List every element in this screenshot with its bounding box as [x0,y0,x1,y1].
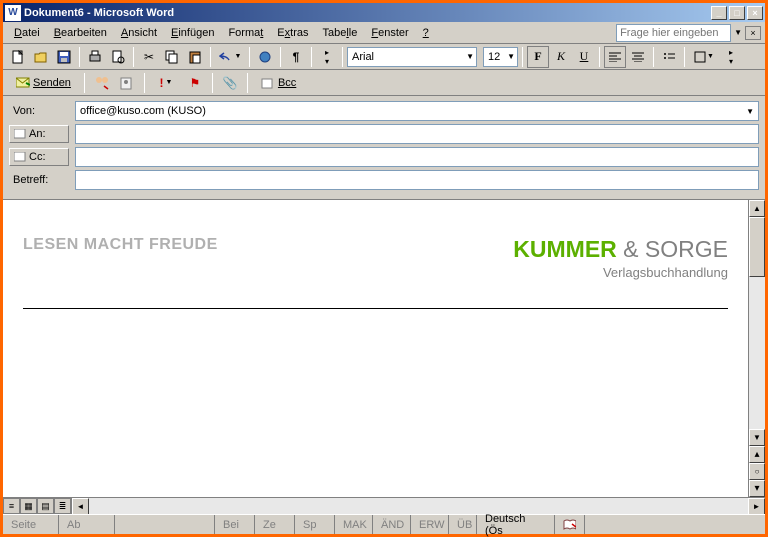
scroll-right-icon[interactable]: ► [748,498,765,515]
undo-icon[interactable]: ▼ [215,46,245,68]
print-preview-icon[interactable] [107,46,129,68]
border-icon[interactable]: ▼ [689,46,719,68]
attach-icon[interactable]: 📎 [219,72,241,94]
browse-prev-icon[interactable]: ▴ [749,446,765,463]
status-sp: Sp [295,515,335,534]
divider-line [23,308,728,309]
menu-extras[interactable]: Extras [270,25,315,41]
from-label: Von: [9,103,69,119]
status-ub: ÜB [449,515,477,534]
status-spacer1 [115,515,215,534]
menu-format[interactable]: Format [221,25,270,41]
minimize-button[interactable]: _ [711,6,727,20]
save-icon[interactable] [53,46,75,68]
email-toolbar: Senden !▼ ⚑ 📎 Bcc [3,70,765,96]
hyperlink-icon[interactable] [254,46,276,68]
bcc-button[interactable]: Bcc [254,74,303,92]
browse-object-icon[interactable]: ○ [749,463,765,480]
accounts-icon[interactable] [91,72,113,94]
paste-icon[interactable] [184,46,206,68]
format-options-icon[interactable]: ▸▾ [720,46,742,68]
help-dropdown-icon[interactable]: ▼ [734,28,742,37]
bottom-bar: ≡ ▦ ▤ ≣ ◄ ► [3,497,765,514]
status-bei: Bei [215,515,255,534]
from-combo[interactable]: office@kuso.com (KUSO)▼ [75,101,759,121]
slogan-text: LESEN MACHT FREUDE [23,236,218,254]
status-mak: MAK [335,515,373,534]
cc-button[interactable]: Cc: [9,148,69,166]
subject-input[interactable] [75,170,759,190]
status-seite: Seite [3,515,59,534]
help-search-input[interactable] [616,24,731,42]
status-and: ÄND [373,515,411,534]
view-web-icon[interactable]: ▦ [20,498,37,514]
status-ab: Ab [59,515,115,534]
italic-button[interactable]: K [550,46,572,68]
standard-toolbar: ✂ ▼ ¶ ▸▾ Arial▼ 12▼ F K U ▼ ▸▾ [3,44,765,70]
align-center-icon[interactable] [627,46,649,68]
address-book-icon[interactable] [116,72,138,94]
open-icon[interactable] [30,46,52,68]
priority-icon[interactable]: !▼ [151,72,181,94]
menu-fenster[interactable]: Fenster [364,25,415,41]
send-button[interactable]: Senden [9,74,78,92]
status-erw: ERW [411,515,449,534]
window-title: Dokument6 - Microsoft Word [24,7,711,19]
status-ze: Ze [255,515,295,534]
status-book-icon[interactable] [555,515,585,534]
browse-next-icon[interactable]: ▾ [749,480,765,497]
scroll-thumb[interactable] [749,217,765,277]
bold-button[interactable]: F [527,46,549,68]
doc-close-button[interactable]: × [745,26,761,40]
status-lang: Deutsch (Ös [477,515,555,534]
align-left-icon[interactable] [604,46,626,68]
print-icon[interactable] [84,46,106,68]
view-outline-icon[interactable]: ≣ [54,498,71,514]
titlebar: W Dokument6 - Microsoft Word _ □ × [3,3,765,22]
font-name-combo[interactable]: Arial▼ [347,47,477,67]
view-normal-icon[interactable]: ≡ [3,498,20,514]
subject-label: Betreff: [9,172,69,188]
menu-tabelle[interactable]: Tabelle [315,25,364,41]
company-subtitle: Verlagsbuchhandlung [513,265,728,280]
document-content[interactable]: LESEN MACHT FREUDE KUMMER & SORGE Verlag… [3,200,748,497]
to-button[interactable]: An: [9,125,69,143]
menu-ansicht[interactable]: Ansicht [114,25,164,41]
bcc-icon [261,77,275,89]
copy-icon[interactable] [161,46,183,68]
show-marks-icon[interactable]: ¶ [285,46,307,68]
flag-icon[interactable]: ⚑ [184,72,206,94]
view-print-icon[interactable]: ▤ [37,498,54,514]
statusbar: Seite Ab Bei Ze Sp MAK ÄND ERW ÜB Deutsc… [3,514,765,534]
maximize-button[interactable]: □ [729,6,745,20]
app-icon: W [5,5,21,21]
underline-button[interactable]: U [573,46,595,68]
new-icon[interactable] [7,46,29,68]
bullets-icon[interactable] [658,46,680,68]
cc-input[interactable] [75,147,759,167]
font-size-combo[interactable]: 12▼ [483,47,518,67]
toolbar-options-icon[interactable]: ▸▾ [316,46,338,68]
company-name: KUMMER & SORGE [513,236,728,263]
document-area: LESEN MACHT FREUDE KUMMER & SORGE Verlag… [3,200,765,497]
scroll-left-icon[interactable]: ◄ [72,498,89,515]
send-icon [16,77,30,89]
company-block: KUMMER & SORGE Verlagsbuchhandlung [513,236,728,280]
cut-icon[interactable]: ✂ [138,46,160,68]
horizontal-scrollbar[interactable]: ◄ ► [72,498,765,514]
to-input[interactable] [75,124,759,144]
menu-einfuegen[interactable]: Einfügen [164,25,221,41]
close-button[interactable]: × [747,6,763,20]
scroll-down-icon[interactable]: ▼ [749,429,765,446]
menubar: Datei Bearbeiten Ansicht Einfügen Format… [3,22,765,44]
vertical-scrollbar[interactable]: ▲ ▼ ▴ ○ ▾ [748,200,765,497]
menu-bearbeiten[interactable]: Bearbeiten [47,25,114,41]
scroll-up-icon[interactable]: ▲ [749,200,765,217]
email-header: Von: office@kuso.com (KUSO)▼ An: Cc: Bet… [3,96,765,200]
menu-help[interactable]: ? [416,25,436,41]
menu-datei[interactable]: Datei [7,25,47,41]
